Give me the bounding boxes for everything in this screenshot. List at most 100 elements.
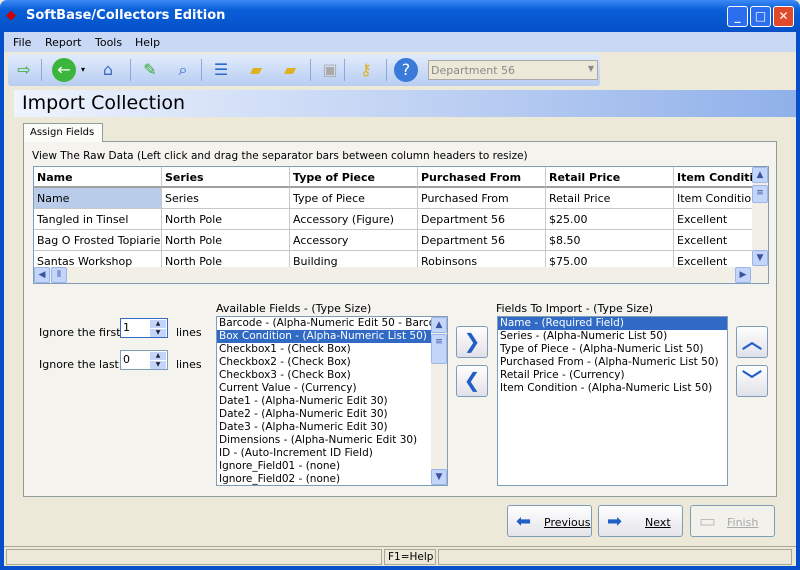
list-item[interactable]: Item Condition - (Alpha-Numeric List 50) [498,382,727,395]
list-item[interactable]: Current Value - (Currency) [217,382,431,395]
exit-icon[interactable]: ⇨ [12,58,36,82]
scroll-thumb[interactable]: ≡ [431,334,447,364]
grid-cell[interactable]: Retail Price [546,188,674,209]
spin-up-icon[interactable]: ▲ [150,352,166,360]
separator [344,59,345,81]
list-item[interactable]: Box Condition - (Alpha-Numeric List 50) [217,330,431,343]
home-icon[interactable]: ⌂ [96,58,120,82]
back-icon[interactable]: ← [52,58,76,82]
list-item[interactable]: Series - (Alpha-Numeric List 50) [498,330,727,343]
column-header[interactable]: Retail Price [546,167,674,188]
menu-help[interactable]: Help [135,36,160,49]
column-header[interactable]: Item Conditio [674,167,754,188]
ignore-first-stepper[interactable]: 1 ▲ ▼ [120,318,168,338]
list-item[interactable]: Name - (Required Field) [498,317,727,330]
list-item[interactable]: Date2 - (Alpha-Numeric Edit 30) [217,408,431,421]
list-item[interactable]: Checkbox2 - (Check Box) [217,356,431,369]
maximize-button[interactable]: □ [750,6,771,27]
grid-cell[interactable]: Bag O Frosted Topiaries [34,230,162,251]
list-item[interactable]: Purchased From - (Alpha-Numeric List 50) [498,356,727,369]
list-item[interactable]: Ignore_Field01 - (none) [217,460,431,473]
ignore-last-stepper[interactable]: 0 ▲ ▼ [120,350,168,370]
tab-assign-fields[interactable]: Assign Fields [23,123,103,142]
scroll-thumb[interactable]: ≡ [752,185,768,203]
ignore-last-value[interactable]: 0 [123,353,130,366]
spin-down-icon[interactable]: ▼ [150,329,166,337]
edit-folder-icon[interactable]: ▰ [278,58,302,82]
spin-up-icon[interactable]: ▲ [150,320,166,328]
grid-cell[interactable]: Excellent [674,209,754,230]
spin-down-icon[interactable]: ▼ [150,361,166,369]
list-item[interactable]: Type of Piece - (Alpha-Numeric List 50) [498,343,727,356]
grid-cell[interactable]: Purchased From [418,188,546,209]
remove-field-button[interactable]: ❮ [456,365,488,397]
new-folder-icon[interactable]: ▰ [244,58,268,82]
grid-cell[interactable]: Type of Piece [290,188,418,209]
fields-to-import-list[interactable]: Name - (Required Field) Series - (Alpha-N… [497,316,728,486]
list-item[interactable]: Date3 - (Alpha-Numeric Edit 30) [217,421,431,434]
column-header[interactable]: Name [34,167,162,188]
search-grid-icon[interactable]: ⌕ [171,58,195,82]
list-item[interactable]: Ignore_Field02 - (none) [217,473,431,485]
column-header[interactable]: Purchased From [418,167,546,188]
list-item[interactable]: Checkbox3 - (Check Box) [217,369,431,382]
vertical-scrollbar[interactable]: ▲ ≡ ▼ [752,167,768,267]
column-header[interactable]: Series [162,167,290,188]
raw-data-grid[interactable]: Name Series Type of Piece Purchased From Ret… [33,166,769,284]
grid-cell[interactable]: Accessory (Figure) [290,209,418,230]
scroll-up-icon[interactable]: ▲ [431,317,447,333]
grid-cell[interactable]: North Pole [162,209,290,230]
add-field-button[interactable]: ❯ [456,326,488,358]
column-header[interactable]: Type of Piece [290,167,418,188]
grid-cell[interactable]: $8.50 [546,230,674,251]
separator [310,59,311,81]
scroll-down-icon[interactable]: ▼ [752,250,768,266]
key-icon[interactable]: ⚷ [354,58,378,82]
move-down-button[interactable]: ﹀ [736,365,768,397]
grid-cell[interactable]: Accessory [290,230,418,251]
arrow-right-icon: ➡ [607,511,623,532]
horizontal-scrollbar[interactable]: ◀ ⦀ ▶ [34,267,768,283]
scroll-down-icon[interactable]: ▼ [431,469,447,485]
list-item[interactable]: Date1 - (Alpha-Numeric Edit 30) [217,395,431,408]
department-dropdown[interactable]: Department 56 ▼ [428,60,598,80]
back-dropdown-icon[interactable]: ▾ [78,58,88,82]
scroll-thumb[interactable]: ⦀ [51,267,67,283]
lines-label: lines [176,358,202,371]
grid-cell[interactable]: Item Condition [674,188,754,209]
previous-button[interactable]: ⬅ Previous [507,505,592,537]
scroll-left-icon[interactable]: ◀ [34,267,50,283]
fields-to-import-label: Fields To Import - (Type Size) [496,302,654,315]
list-item[interactable]: Checkbox1 - (Check Box) [217,343,431,356]
move-up-button[interactable]: ︿ [736,326,768,358]
list-item[interactable]: Retail Price - (Currency) [498,369,727,382]
list-item[interactable]: ID - (Auto-Increment ID Field) [217,447,431,460]
scroll-right-icon[interactable]: ▶ [735,267,751,283]
grid-cell[interactable]: Department 56 [418,209,546,230]
chevron-down-icon: ﹀ [742,368,762,392]
list-item[interactable]: Dimensions - (Alpha-Numeric Edit 30) [217,434,431,447]
available-fields-list[interactable]: Barcode - (Alpha-Numeric Edit 50 - Barco… [216,316,448,486]
list-item[interactable]: Barcode - (Alpha-Numeric Edit 50 - Barco… [217,317,447,330]
window-title: SoftBase/Collectors Edition [26,8,226,23]
grid-cell[interactable]: North Pole [162,230,290,251]
grid-cell[interactable]: Name [34,188,162,209]
edit-icon[interactable]: ✎ [138,58,162,82]
vertical-scrollbar[interactable]: ▲ ≡ ▼ [431,317,447,485]
ignore-first-value[interactable]: 1 [123,321,130,334]
grid-cell[interactable]: Series [162,188,290,209]
menu-report[interactable]: Report [45,36,81,49]
next-button[interactable]: ➡ Next [598,505,683,537]
menu-tools[interactable]: Tools [95,36,122,49]
scroll-up-icon[interactable]: ▲ [752,167,768,183]
help-icon[interactable]: ? [394,58,418,82]
grid-cell[interactable]: Excellent [674,230,754,251]
menu-file[interactable]: File [13,36,31,49]
previous-label: Previous [544,516,591,529]
close-button[interactable]: ✕ [773,6,794,27]
grid-cell[interactable]: Tangled in Tinsel [34,209,162,230]
minimize-button[interactable]: _ [727,6,748,27]
grid-cell[interactable]: Department 56 [418,230,546,251]
grid-cell[interactable]: $25.00 [546,209,674,230]
list-icon[interactable]: ☰ [209,58,233,82]
